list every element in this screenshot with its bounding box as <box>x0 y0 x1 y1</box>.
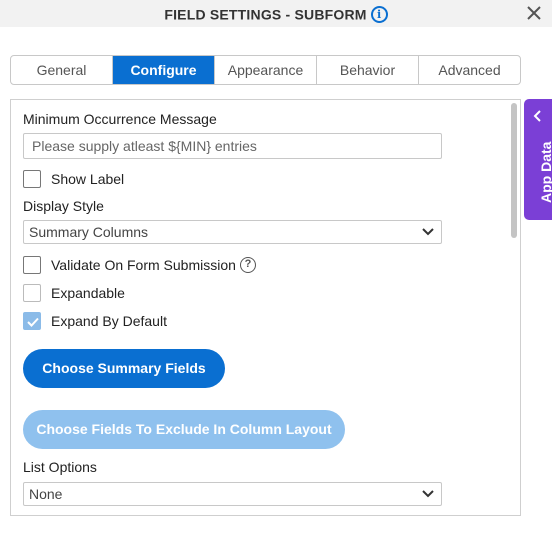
expandable-text: Expandable <box>51 285 125 301</box>
min-occurrence-label: Minimum Occurrence Message <box>23 111 217 127</box>
dialog-header: FIELD SETTINGS - SUBFORM i <box>0 0 552 27</box>
tab-appearance[interactable]: Appearance <box>215 56 317 84</box>
choose-exclude-fields-button: Choose Fields To Exclude In Column Layou… <box>23 410 345 449</box>
validate-on-submit-text: Validate On Form Submission <box>51 257 236 273</box>
display-style-select[interactable]: Summary Columns <box>23 220 442 244</box>
list-options-label: List Options <box>23 459 97 475</box>
settings-tabs: General Configure Appearance Behavior Ad… <box>10 55 521 85</box>
checkmark-icon <box>27 317 39 327</box>
expandable-checkbox[interactable] <box>23 284 41 302</box>
tab-behavior[interactable]: Behavior <box>317 56 419 84</box>
info-icon[interactable]: i <box>370 5 388 23</box>
tab-configure[interactable]: Configure <box>113 56 215 84</box>
expand-by-default-text: Expand By Default <box>51 313 167 329</box>
app-data-tab[interactable]: App Data <box>524 99 552 220</box>
min-occurrence-input[interactable] <box>23 133 442 159</box>
tab-advanced[interactable]: Advanced <box>419 56 520 84</box>
expand-by-default-checkbox[interactable] <box>23 312 41 330</box>
show-label-text: Show Label <box>51 171 125 187</box>
tab-general[interactable]: General <box>11 56 113 84</box>
close-icon[interactable] <box>524 3 544 23</box>
display-style-value: Summary Columns <box>29 224 149 240</box>
configure-panel <box>10 99 521 516</box>
dialog-title-text: FIELD SETTINGS - SUBFORM <box>164 6 367 23</box>
validate-on-submit-checkbox[interactable] <box>23 256 41 274</box>
dialog-title: FIELD SETTINGS - SUBFORM i <box>0 5 552 23</box>
panel-scrollbar[interactable] <box>511 103 517 238</box>
app-data-label: App Data <box>538 141 552 203</box>
show-label-checkbox[interactable] <box>23 170 41 188</box>
chevron-down-icon <box>422 490 434 498</box>
help-icon[interactable]: ? <box>240 257 256 273</box>
choose-summary-fields-button[interactable]: Choose Summary Fields <box>23 349 225 388</box>
chevron-left-icon <box>533 110 541 122</box>
list-options-value: None <box>29 486 63 502</box>
chevron-down-icon <box>422 228 434 236</box>
display-style-label: Display Style <box>23 198 104 214</box>
list-options-select[interactable]: None <box>23 482 442 506</box>
